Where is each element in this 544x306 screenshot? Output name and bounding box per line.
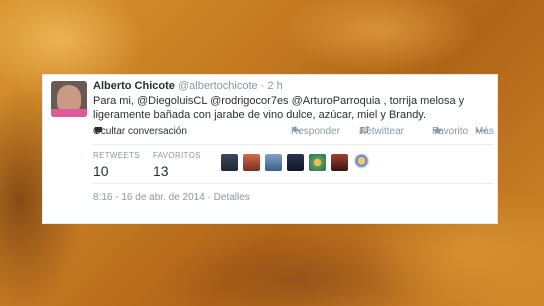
user-avatar[interactable] — [51, 81, 87, 117]
tweet-footer: 8:16 - 16 de abr. de 2014 · Detalles — [93, 192, 250, 203]
tweet-time[interactable]: 2 h — [267, 80, 282, 92]
retweeter-avatar[interactable] — [221, 154, 238, 171]
favorites-count: 13 — [153, 163, 169, 179]
tweet-datetime[interactable]: 8:16 - 16 de abr. de 2014 — [93, 192, 205, 203]
tweet-text-line-2: ligeramente bañada con jarabe de vino du… — [93, 109, 427, 121]
avatar-shirt — [51, 109, 87, 117]
retweets-stat[interactable]: RETWEETS 10 — [93, 151, 140, 179]
more-label: Más — [475, 126, 494, 137]
embedded-tweet-card: Alberto Chicote @albertochicote · 2 h Pa… — [42, 74, 498, 224]
retweeter-avatar[interactable] — [331, 154, 348, 171]
tweet-text: Para mi, @DiegoluisCL @rodrigocor7es @Ar… — [93, 94, 493, 122]
time-separator: · — [260, 80, 265, 92]
retweets-count: 10 — [93, 163, 109, 179]
footer-separator: · — [207, 192, 211, 203]
favorites-stat[interactable]: FAVORITOS 13 — [153, 151, 201, 179]
favorites-label: FAVORITOS — [153, 151, 201, 160]
user-handle[interactable]: @albertochicote — [178, 80, 258, 92]
retweeter-avatar[interactable] — [265, 154, 282, 171]
user-name[interactable]: Alberto Chicote — [93, 80, 175, 92]
stats-divider-top — [93, 144, 493, 145]
tweet-actions: Ocultar conversación Responder Retwittea… — [93, 126, 494, 140]
retweeter-avatar[interactable] — [243, 154, 260, 171]
details-link[interactable]: Detalles — [214, 192, 250, 203]
retweeter-avatar[interactable] — [353, 154, 370, 171]
hide-conversation-label: Ocultar conversación — [93, 126, 187, 137]
retweeter-avatar[interactable] — [309, 154, 326, 171]
reply-label: Responder — [291, 126, 340, 137]
retweeter-avatar[interactable] — [287, 154, 304, 171]
retweets-label: RETWEETS — [93, 151, 140, 160]
tweet-text-line-1: Para mi, @DiegoluisCL @rodrigocor7es @Ar… — [93, 95, 465, 107]
stats-divider-bottom — [93, 183, 493, 184]
tweet-header: Alberto Chicote @albertochicote · 2 h — [93, 80, 283, 92]
favorite-label: Favorito — [432, 126, 469, 137]
retweet-label: Retwittear — [359, 126, 405, 137]
